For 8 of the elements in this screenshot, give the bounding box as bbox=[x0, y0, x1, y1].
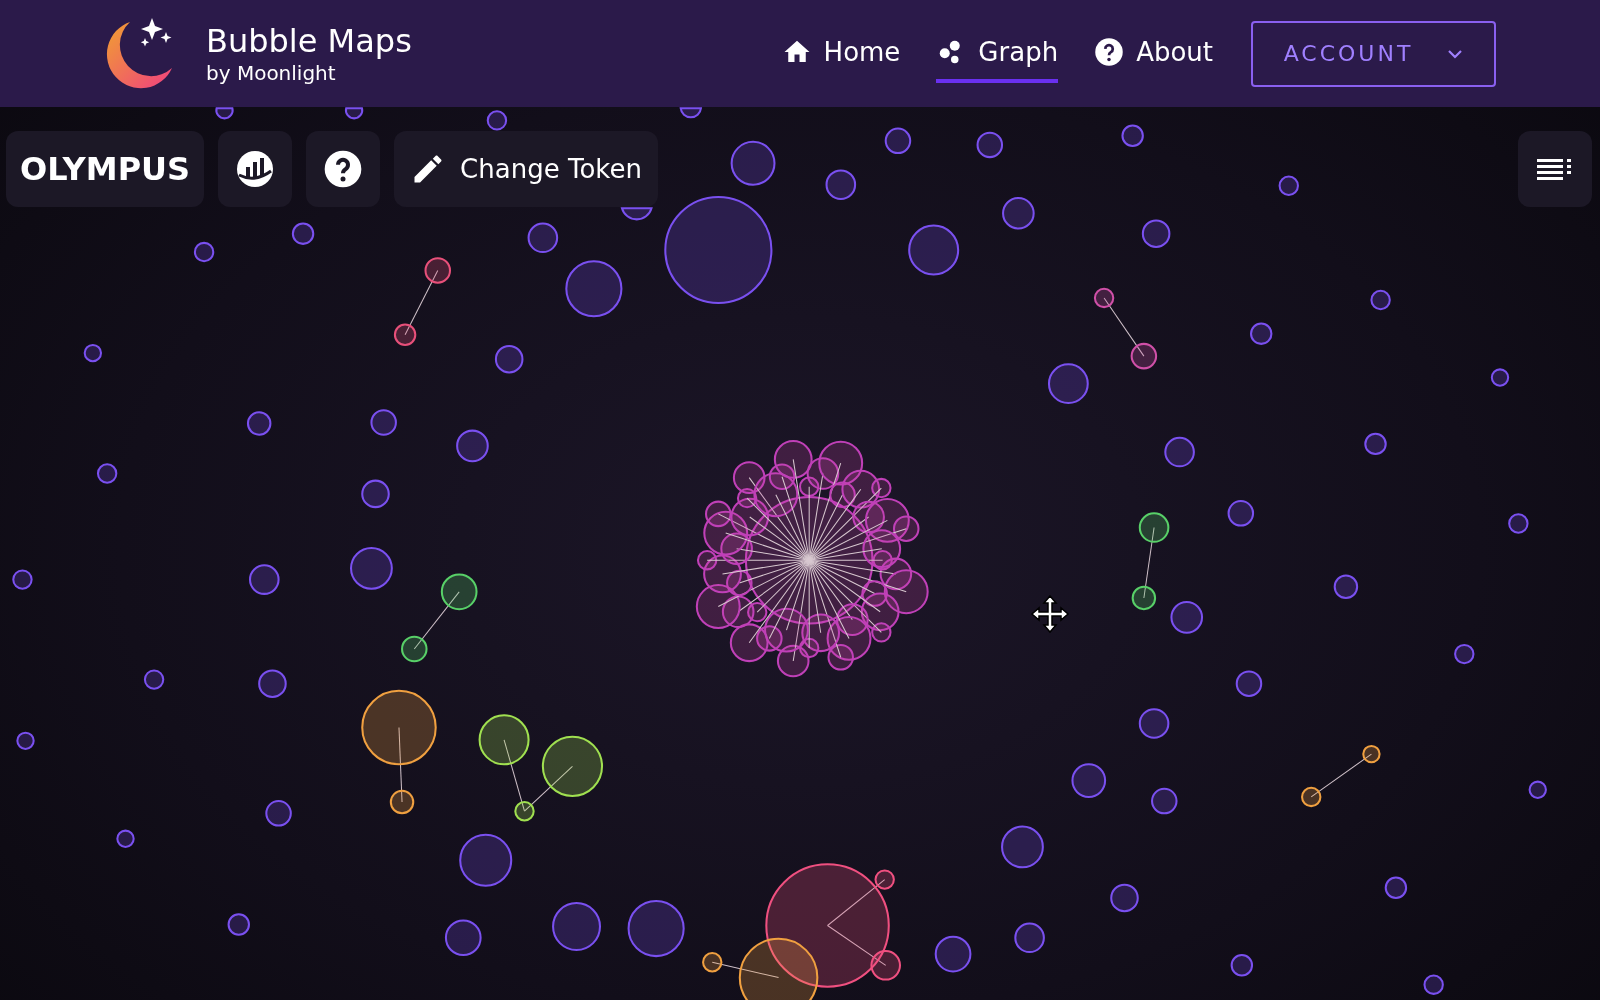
app-title: Bubble Maps bbox=[206, 21, 412, 60]
nav-tab[interactable]: About bbox=[1094, 24, 1213, 83]
change-token-button[interactable]: Change Token bbox=[394, 131, 658, 207]
app-subtitle: by Moonlight bbox=[206, 59, 337, 86]
account-button[interactable]: ACCOUNT bbox=[1251, 20, 1496, 87]
nav-tab[interactable]: Home bbox=[781, 24, 901, 83]
token-button[interactable]: OLYMPUS bbox=[6, 131, 205, 207]
nav-tab[interactable]: Graph bbox=[936, 24, 1059, 83]
